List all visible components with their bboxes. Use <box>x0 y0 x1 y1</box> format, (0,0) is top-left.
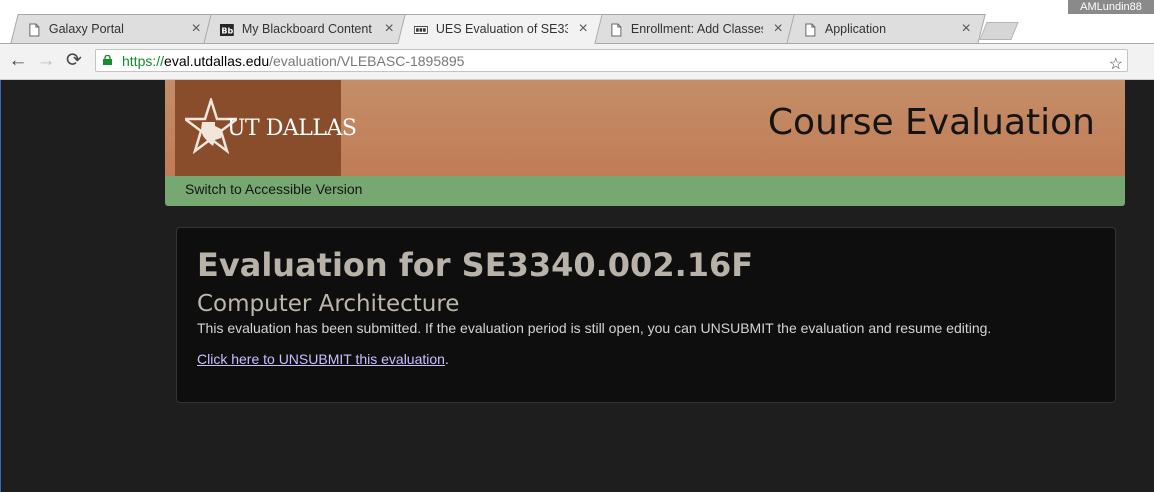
accessible-bar: Switch to Accessible Version <box>165 176 1125 206</box>
accessible-version-link[interactable]: Switch to Accessible Version <box>185 181 362 197</box>
profile-button[interactable]: AMLundin88 <box>1068 0 1154 14</box>
back-icon[interactable]: ← <box>7 50 29 72</box>
tab-ues-evaluation[interactable]: UES Evaluation of SE3340 × <box>397 14 603 44</box>
tab-strip: AMLundin88 Galaxy Portal × Bb My Blackbo… <box>0 0 1154 44</box>
tab-title: UES Evaluation of SE3340 <box>435 22 568 36</box>
course-name: Computer Architecture <box>197 291 460 317</box>
tab-close-icon[interactable]: × <box>774 20 783 38</box>
window-edge <box>0 80 1 492</box>
page-icon <box>29 23 40 37</box>
unsubmit-suffix: . <box>444 351 449 367</box>
tab-galaxy-portal[interactable]: Galaxy Portal × <box>10 14 216 44</box>
tab-enrollment[interactable]: Enrollment: Add Classes × <box>592 14 798 44</box>
reload-icon[interactable]: ⟳ <box>63 50 85 72</box>
new-tab-button[interactable] <box>979 22 1019 40</box>
unsubmit-link[interactable]: Click here to UNSUBMIT this evaluation <box>197 351 445 367</box>
tab-title: Enrollment: Add Classes <box>630 22 763 36</box>
page-content: UT DALLAS Course Evaluation Switch to Ac… <box>0 80 1154 492</box>
tab-application[interactable]: Application × <box>786 14 986 44</box>
evaluation-heading: Evaluation for SE3340.002.16F <box>197 246 754 284</box>
tab-close-icon[interactable]: × <box>385 20 394 38</box>
logo-text: UT DALLAS <box>227 116 357 141</box>
header-banner: UT DALLAS Course Evaluation <box>165 80 1125 176</box>
bookmark-star-icon[interactable]: ☆ <box>1109 54 1123 74</box>
blackboard-icon: Bb <box>219 24 234 36</box>
tab-blackboard[interactable]: Bb My Blackboard Content - × <box>203 14 409 44</box>
browser-toolbar: ← → ⟳ https://eval.utdallas.edu/evaluati… <box>0 44 1154 80</box>
url-text: https://eval.utdallas.edu/evaluation/VLE… <box>122 53 465 69</box>
page-title: Course Evaluation <box>767 102 1095 143</box>
submitted-message: This evaluation has been submitted. If t… <box>197 320 992 336</box>
lock-icon <box>103 55 112 65</box>
ues-icon <box>413 26 428 34</box>
forward-icon[interactable]: → <box>35 50 57 72</box>
tab-close-icon[interactable]: × <box>192 20 201 38</box>
tab-title: Galaxy Portal <box>48 22 124 36</box>
tab-title: Application <box>824 22 887 36</box>
unsubmit-line: Click here to UNSUBMIT this evaluation. <box>197 351 449 367</box>
page-icon <box>805 23 816 37</box>
tab-close-icon[interactable]: × <box>579 20 588 38</box>
page-icon <box>611 23 622 37</box>
evaluation-panel: Evaluation for SE3340.002.16F Computer A… <box>176 227 1116 403</box>
ut-dallas-logo[interactable]: UT DALLAS <box>175 80 357 176</box>
address-bar[interactable]: https://eval.utdallas.edu/evaluation/VLE… <box>95 49 1128 74</box>
tab-close-icon[interactable]: × <box>962 20 971 38</box>
svg-text:Bb: Bb <box>221 27 233 36</box>
tab-title: My Blackboard Content - <box>241 22 374 36</box>
